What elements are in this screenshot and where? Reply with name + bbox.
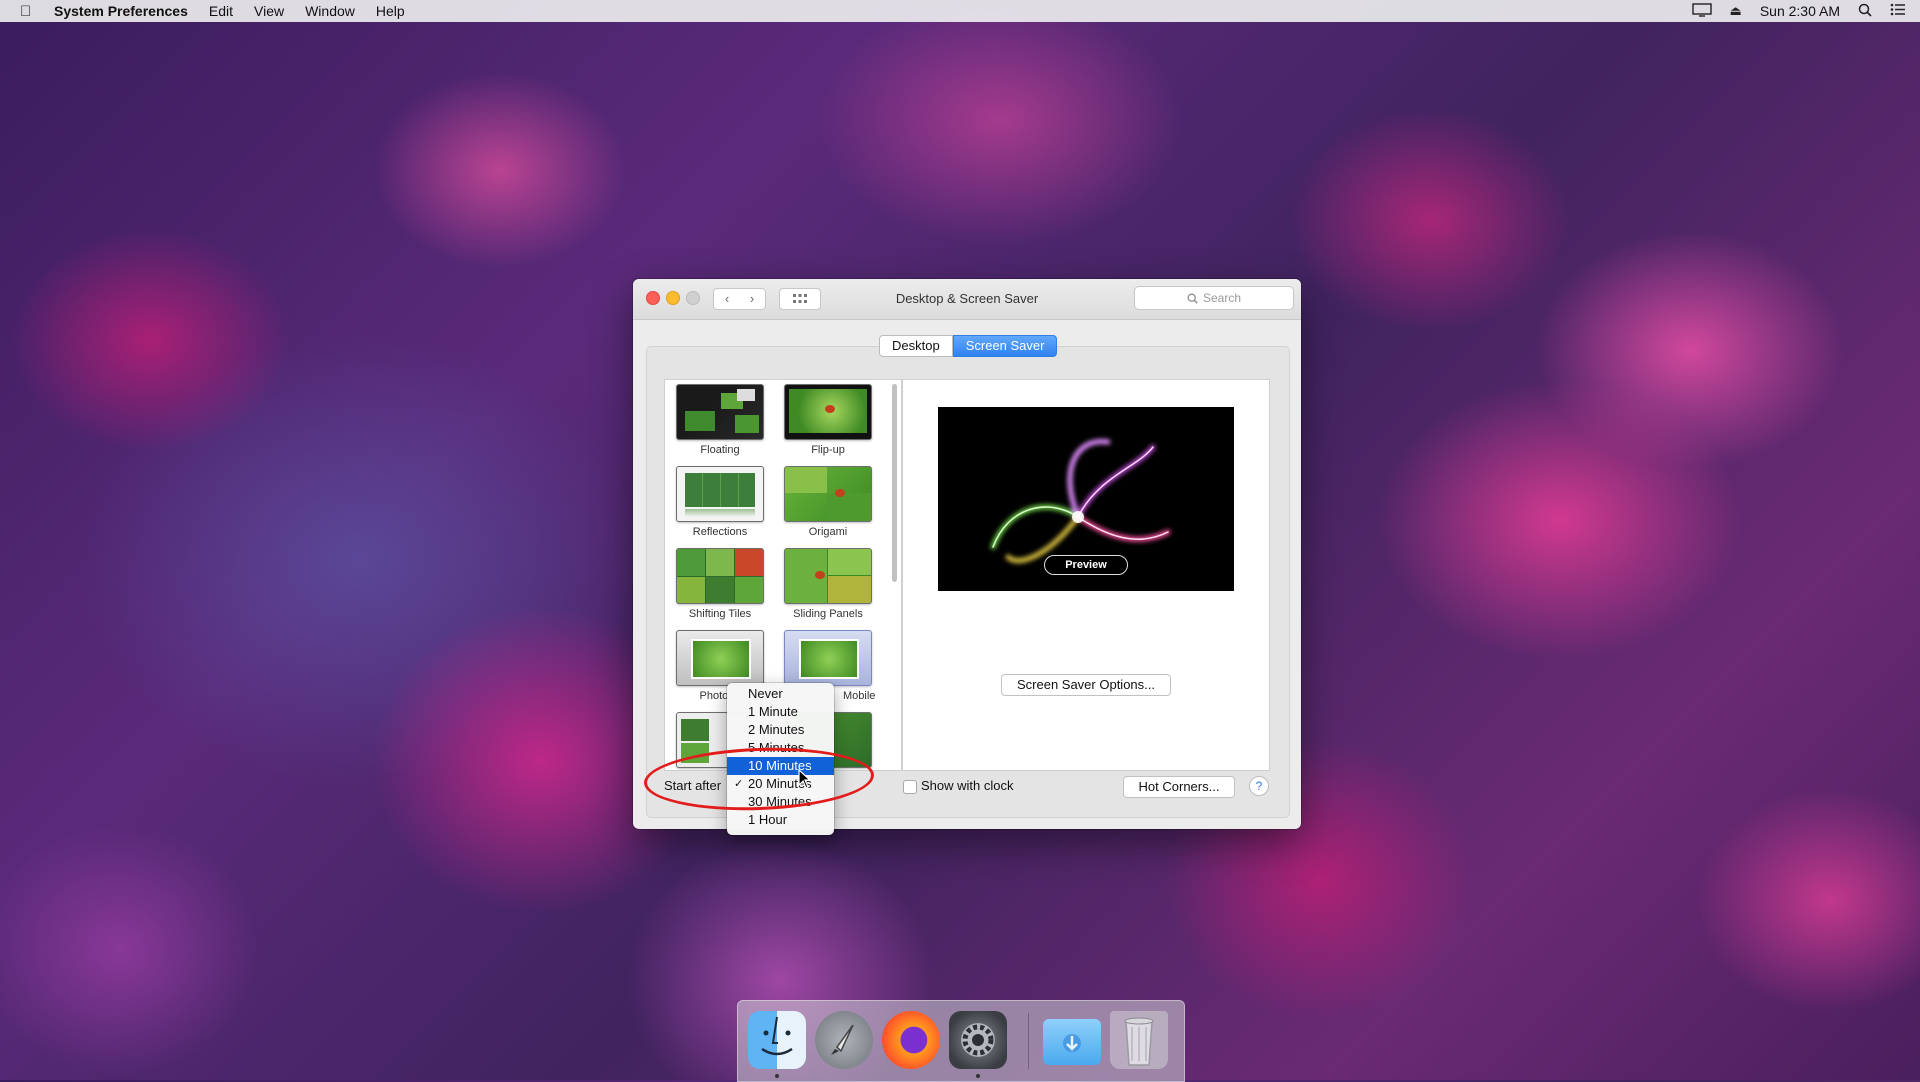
screen-saver-options-button[interactable]: Screen Saver Options... <box>1001 674 1171 696</box>
spotlight-search-icon[interactable] <box>1858 3 1872 20</box>
preview-button[interactable]: Preview <box>1044 555 1128 575</box>
screensaver-label: Floating <box>700 444 740 456</box>
hot-corners-button[interactable]: Hot Corners... <box>1123 776 1235 798</box>
screensaver-origami[interactable]: Origami <box>783 466 873 538</box>
dropdown-item-1-minute[interactable]: 1 Minute <box>727 703 834 721</box>
dropdown-item-label: Never <box>748 686 783 701</box>
thumbnail-shifting-tiles <box>676 548 764 604</box>
screensaver-reflections[interactable]: Reflections <box>675 466 765 538</box>
menu-edit[interactable]: Edit <box>209 3 233 19</box>
system-preferences-running-indicator <box>976 1074 980 1078</box>
mouse-cursor-icon <box>798 769 812 789</box>
menu-app-name[interactable]: System Preferences <box>54 3 188 19</box>
preview-area: Preview Screen Saver Options... <box>902 379 1270 771</box>
trash-icon[interactable] <box>1110 1011 1168 1069</box>
menu-help[interactable]: Help <box>376 3 405 19</box>
thumbnail-mobile <box>784 630 872 686</box>
firefox-icon[interactable] <box>882 1011 940 1069</box>
screensaver-floating[interactable]: Floating <box>675 384 765 456</box>
finder-icon[interactable] <box>748 1011 806 1069</box>
thumbnail-floating <box>676 384 764 440</box>
screensaver-shifting-tiles[interactable]: Shifting Tiles <box>675 548 765 620</box>
notification-center-icon[interactable] <box>1890 3 1906 19</box>
menu-window[interactable]: Window <box>305 3 355 19</box>
thumbnail-photo-mobile <box>676 630 764 686</box>
display-mirror-icon[interactable] <box>1691 2 1712 20</box>
menu-bar:  System Preferences Edit View Window He… <box>0 0 1920 22</box>
show-with-clock-checkbox[interactable] <box>903 780 917 794</box>
dropdown-item-never[interactable]: Never <box>727 685 834 703</box>
search-field[interactable]: Search <box>1134 286 1294 310</box>
dropdown-item-label: 1 Hour <box>748 812 788 827</box>
dropdown-item-label: 1 Minute <box>748 704 798 719</box>
dock-separator <box>1028 1013 1029 1069</box>
dropdown-item-1-hour[interactable]: 1 Hour <box>727 811 834 829</box>
screensaver-label: Origami <box>808 526 848 538</box>
thumbnail-flip-up <box>784 384 872 440</box>
screensaver-label: Reflections <box>692 526 748 538</box>
tab-screen-saver[interactable]: Screen Saver <box>952 335 1058 357</box>
dropdown-item-label: 2 Minutes <box>748 722 805 737</box>
screensaver-label: Flip-up <box>811 444 845 456</box>
help-button[interactable]: ? <box>1249 776 1269 796</box>
screensaver-label: Shifting Tiles <box>688 608 752 620</box>
dropdown-item-2-minutes[interactable]: 2 Minutes <box>727 721 834 739</box>
search-placeholder: Search <box>1202 291 1242 305</box>
title-bar[interactable]: ‹ › Desktop & Screen Saver Search <box>633 279 1301 320</box>
search-icon <box>1187 293 1198 304</box>
thumbnail-reflections <box>676 466 764 522</box>
dock <box>737 1000 1185 1082</box>
preview-screen[interactable]: Preview <box>938 407 1234 591</box>
eject-icon[interactable]: ⏏ <box>1730 3 1742 19</box>
tab-desktop[interactable]: Desktop <box>879 335 953 357</box>
finder-running-indicator <box>775 1074 779 1078</box>
menu-view[interactable]: View <box>254 3 284 19</box>
thumbnail-origami <box>784 466 872 522</box>
launchpad-icon[interactable] <box>815 1011 873 1069</box>
list-scrollbar[interactable] <box>892 384 897 582</box>
screensaver-label: Sliding Panels <box>793 608 863 620</box>
apple-menu-icon[interactable]:  <box>20 3 36 20</box>
show-with-clock-label[interactable]: Show with clock <box>921 778 1013 793</box>
screensaver-sliding-panels[interactable]: Sliding Panels <box>783 548 873 620</box>
tab-bar: Desktop Screen Saver <box>879 335 1058 357</box>
thumbnail-sliding-panels <box>784 548 872 604</box>
screensaver-flip-up[interactable]: Flip-up <box>783 384 873 456</box>
system-preferences-icon[interactable] <box>949 1011 1007 1069</box>
downloads-folder-icon[interactable] <box>1043 1019 1101 1065</box>
menubar-clock[interactable]: Sun 2:30 AM <box>1760 3 1840 19</box>
